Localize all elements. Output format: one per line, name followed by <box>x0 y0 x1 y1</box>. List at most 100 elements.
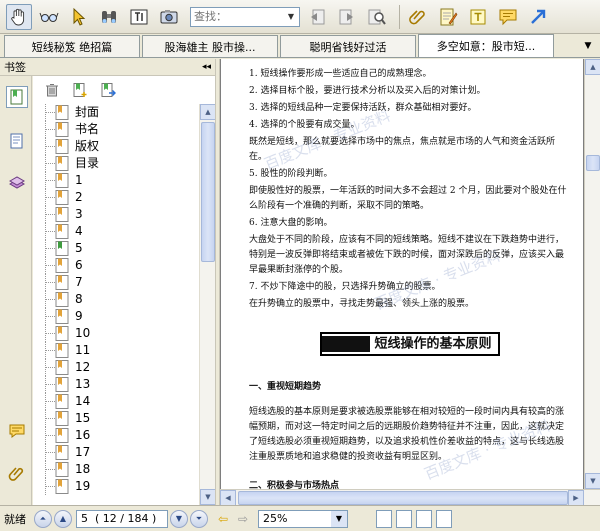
arrow-annotation-button[interactable] <box>525 4 551 30</box>
pages-panel-tab[interactable] <box>6 130 28 152</box>
bookmark-item[interactable]: 6 <box>33 257 199 274</box>
bookmark-item[interactable]: 7 <box>33 274 199 291</box>
bookmark-label: 8 <box>75 292 83 306</box>
bookmark-icon <box>55 139 69 154</box>
comments-panel-tab[interactable] <box>6 420 28 442</box>
back-arrow-icon: ⇦ <box>217 511 229 526</box>
bookmark-item[interactable]: 封面 <box>33 104 199 121</box>
bookmark-goto-button[interactable] <box>97 79 119 101</box>
tab-document-3[interactable]: 聪明省钱好过活 <box>280 35 416 57</box>
document-horizontal-scrollbar[interactable]: ◀ ▶ <box>220 489 600 505</box>
bookmark-icon <box>55 292 69 307</box>
page-number-input[interactable] <box>81 512 161 525</box>
scroll-up-icon[interactable]: ▲ <box>585 59 600 75</box>
scrollbar-thumb[interactable] <box>201 122 215 262</box>
bookmark-icon <box>55 122 69 137</box>
delete-bookmark-button[interactable] <box>41 79 63 101</box>
chevron-down-icon[interactable]: ▼ <box>283 8 299 26</box>
scroll-right-icon[interactable]: ▶ <box>568 490 584 505</box>
find-next-button[interactable] <box>334 4 360 30</box>
next-page-button[interactable]: ▼ <box>170 509 188 528</box>
text-box-icon <box>470 9 486 24</box>
tree-line <box>45 214 55 215</box>
last-page-button[interactable]: ⏷ <box>190 509 208 528</box>
text-select-button[interactable] <box>36 4 62 30</box>
first-page-button[interactable]: ⏶ <box>34 509 52 528</box>
bookmark-item[interactable]: 19 <box>33 478 199 495</box>
tree-line <box>45 231 55 232</box>
tab-document-4[interactable]: 多空如意：股市短... <box>418 34 554 57</box>
bookmark-item[interactable]: 18 <box>33 461 199 478</box>
bookmark-item[interactable]: 13 <box>33 376 199 393</box>
comment-button[interactable] <box>495 4 521 30</box>
previous-page-button[interactable]: ▲ <box>54 509 72 528</box>
find-combobox[interactable]: ▼ <box>190 6 300 27</box>
hand-tool-button[interactable] <box>6 3 32 30</box>
search-button[interactable] <box>364 4 390 30</box>
chevron-down-icon[interactable]: ▼ <box>331 510 347 527</box>
bookmark-item[interactable]: 1 <box>33 172 199 189</box>
scroll-left-icon[interactable]: ◀ <box>220 490 236 505</box>
tree-line <box>45 384 55 385</box>
bookmark-item[interactable]: 版权 <box>33 138 199 155</box>
bookmark-label: 6 <box>75 258 83 272</box>
go-back-button[interactable]: ⇦ <box>214 510 232 528</box>
scroll-up-icon[interactable]: ▲ <box>200 104 215 120</box>
document-vertical-scrollbar[interactable]: ▲ ▼ <box>584 59 600 489</box>
bookmark-item[interactable]: 目录 <box>33 155 199 172</box>
bookmark-item[interactable]: 2 <box>33 189 199 206</box>
continuous-facing-view-button[interactable] <box>436 509 452 528</box>
tab-document-2[interactable]: 股海雄主 股市操... <box>142 35 278 57</box>
zoom-combobox[interactable]: ▼ <box>258 509 348 528</box>
scroll-down-icon[interactable]: ▼ <box>200 489 215 505</box>
text-tool-button[interactable] <box>126 4 152 30</box>
bookmark-item[interactable]: 11 <box>33 342 199 359</box>
bookmark-item[interactable]: 10 <box>33 325 199 342</box>
tree-line <box>45 401 55 402</box>
doc-line: 6. 注意大盘的影响。 <box>249 218 333 228</box>
bookmarks-panel-title: 书签 <box>4 61 26 74</box>
bookmark-item[interactable]: 书名 <box>33 121 199 138</box>
binoculars-button[interactable] <box>96 4 122 30</box>
scrollbar-thumb[interactable] <box>586 155 600 171</box>
bookmark-item[interactable]: 8 <box>33 291 199 308</box>
bookmark-icon <box>55 105 69 120</box>
find-input[interactable] <box>191 8 283 25</box>
bookmark-item[interactable]: 16 <box>33 427 199 444</box>
tab-list-dropdown[interactable]: ▼ <box>580 38 596 54</box>
bookmark-item[interactable]: 3 <box>33 206 199 223</box>
attach-button[interactable] <box>405 4 431 30</box>
bookmark-item[interactable]: 5 <box>33 240 199 257</box>
single-page-view-button[interactable] <box>376 509 392 528</box>
note-edit-button[interactable] <box>435 4 461 30</box>
go-forward-button[interactable]: ⇨ <box>234 510 252 528</box>
zoom-input[interactable] <box>259 512 331 525</box>
bookmark-item[interactable]: 14 <box>33 393 199 410</box>
scroll-down-icon[interactable]: ▼ <box>585 473 600 489</box>
bookmark-item[interactable]: 12 <box>33 359 199 376</box>
text-box-button[interactable] <box>465 4 491 30</box>
bookmarks-vertical-scrollbar[interactable]: ▲ ▼ <box>199 104 215 505</box>
search-icon <box>368 9 386 25</box>
tab-document-1[interactable]: 短线秘笈 绝招篇 <box>4 35 140 57</box>
select-arrow-button[interactable] <box>66 4 92 30</box>
scrollbar-thumb[interactable] <box>238 491 568 505</box>
facing-view-button[interactable] <box>416 509 432 528</box>
bookmark-item[interactable]: 17 <box>33 444 199 461</box>
bookmarks-panel-tab[interactable] <box>6 86 28 108</box>
attachments-panel-tab[interactable] <box>6 462 28 484</box>
bookmark-item[interactable]: 9 <box>33 308 199 325</box>
snapshot-button[interactable] <box>156 4 182 30</box>
doc-line: 即使股性好的股票，一年活跃的时间大多不会超过 2 个月，因此要对个股处在什么阶段… <box>249 186 567 211</box>
doc-line: 2. 选择目标个股，要进行技术分析以及买入后的对策计划。 <box>249 86 486 96</box>
new-bookmark-button[interactable] <box>69 79 91 101</box>
bookmark-icon <box>55 190 69 205</box>
find-previous-button[interactable] <box>304 4 330 30</box>
collapse-panel-button[interactable]: ◂◂ <box>202 62 211 72</box>
bookmark-icon <box>55 309 69 324</box>
continuous-view-button[interactable] <box>396 509 412 528</box>
bookmark-item[interactable]: 4 <box>33 223 199 240</box>
page-number-field[interactable] <box>76 509 168 528</box>
bookmark-item[interactable]: 15 <box>33 410 199 427</box>
layers-panel-tab[interactable] <box>6 172 28 194</box>
